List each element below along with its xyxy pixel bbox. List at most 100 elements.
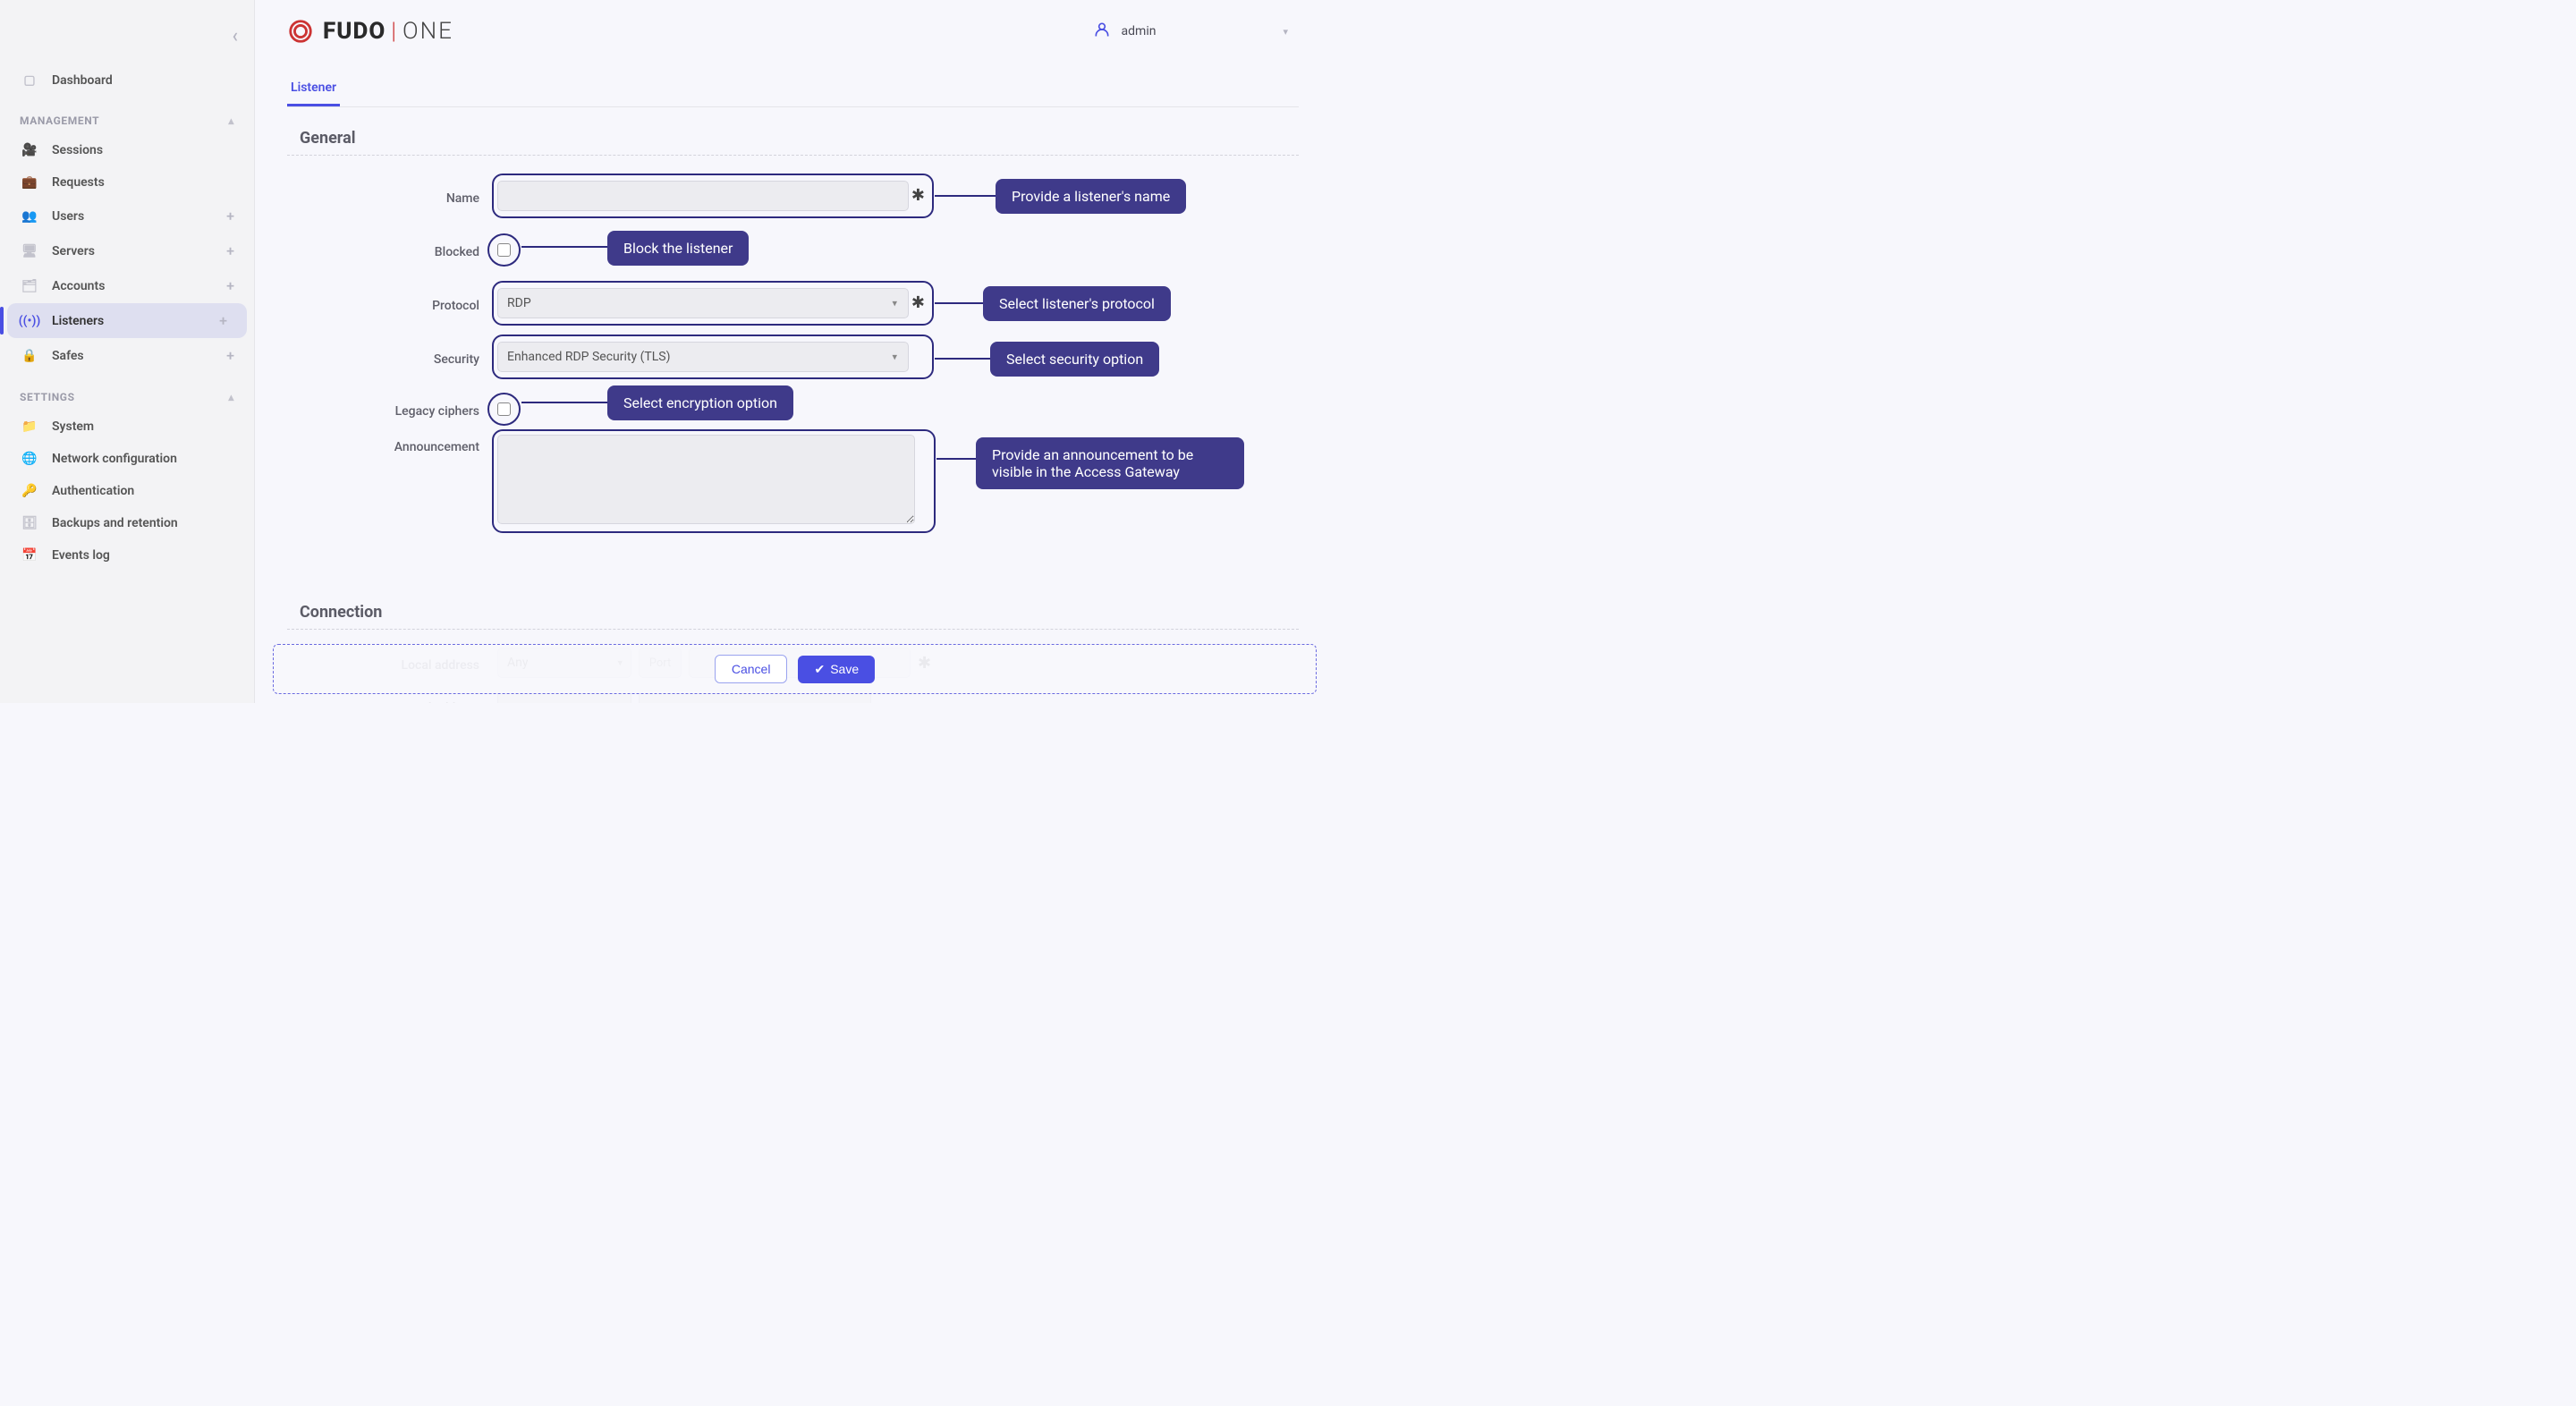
legacy-checkbox[interactable] (497, 402, 511, 416)
sidebar-label-network: Network configuration (52, 452, 177, 466)
security-label: Security (287, 347, 497, 367)
save-label: Save (830, 662, 859, 676)
sidebar-item-accounts[interactable]: 🗂 Accounts + (0, 268, 254, 303)
section-divider (287, 155, 1299, 156)
sidebar-label-sessions: Sessions (52, 143, 103, 157)
callout-security: Select security option (990, 342, 1159, 377)
sidebar-item-listeners[interactable]: ((•)) Listeners + (7, 303, 247, 338)
tab-listener-label: Listener (291, 80, 336, 95)
cancel-label: Cancel (732, 662, 771, 676)
sidebar-label-auth: Authentication (52, 484, 134, 498)
protocol-select[interactable]: RDP ▾ (497, 288, 909, 318)
sidebar-label-system: System (52, 419, 94, 434)
protocol-label: Protocol (287, 293, 497, 313)
user-icon (1093, 21, 1111, 42)
row-name: Name ✱ Provide a listener's name (287, 174, 1299, 218)
name-input[interactable] (497, 181, 909, 211)
users-icon: 👥 (20, 209, 39, 224)
add-safe-button[interactable]: + (226, 347, 234, 364)
row-protocol: Protocol RDP ▾ ✱ Select listener's proto… (287, 281, 1299, 326)
add-user-button[interactable]: + (226, 208, 234, 224)
sidebar-item-network[interactable]: 🌐 Network configuration (0, 443, 254, 475)
backups-icon: 🗄 (20, 516, 39, 530)
add-account-button[interactable]: + (226, 277, 234, 294)
requests-icon: 💼 (20, 175, 39, 190)
row-security: Security Enhanced RDP Security (TLS) ▾ S… (287, 335, 1299, 379)
dashboard-icon: ▢ (20, 73, 39, 88)
sidebar-group-management[interactable]: MANAGEMENT ▴ (0, 97, 254, 134)
sidebar-item-events[interactable]: 📅 Events log (0, 539, 254, 572)
add-server-button[interactable]: + (226, 242, 234, 259)
user-name: admin (1122, 24, 1157, 38)
security-select[interactable]: Enhanced RDP Security (TLS) ▾ (497, 342, 909, 372)
sidebar-label-dashboard: Dashboard (52, 73, 113, 88)
section-connection-heading: Connection (300, 603, 1299, 622)
callout-name: Provide a listener's name (996, 179, 1186, 214)
network-icon: 🌐 (20, 452, 39, 466)
chevron-up-icon: ▴ (228, 391, 234, 403)
management-group-label: MANAGEMENT (20, 114, 99, 127)
sidebar-item-requests[interactable]: 💼 Requests (0, 166, 254, 199)
section-divider-2 (287, 629, 1299, 630)
sidebar-label-listeners: Listeners (52, 314, 104, 328)
sidebar-label-servers: Servers (52, 244, 95, 258)
logo-separator: | (386, 18, 402, 45)
logo-text-suffix: ONE (402, 18, 453, 45)
callout-protocol: Select listener's protocol (983, 286, 1171, 321)
blocked-label: Blocked (287, 240, 497, 259)
main-content: Listener General Name ✱ Provide a listen… (255, 63, 1331, 703)
callout-announcement: Provide an announcement to be visible in… (976, 437, 1244, 489)
required-star-icon: ✱ (911, 293, 925, 312)
sidebar-label-users: Users (52, 209, 84, 224)
callout-blocked: Block the listener (607, 231, 749, 266)
tabbar: Listener (287, 63, 1299, 107)
logo: FUDO | ONE (287, 18, 453, 45)
sidebar-label-safes: Safes (52, 349, 84, 363)
user-menu[interactable]: admin ▾ (1093, 21, 1299, 42)
safes-icon: 🔒 (20, 349, 39, 363)
callout-legacy: Select encryption option (607, 385, 793, 420)
accounts-icon: 🗂 (20, 279, 39, 293)
sidebar-item-dashboard[interactable]: ▢ Dashboard (0, 64, 254, 97)
chevron-down-icon: ▾ (892, 298, 897, 309)
logo-mark-icon (287, 18, 314, 45)
legacy-label: Legacy ciphers (287, 399, 497, 419)
topbar: FUDO | ONE admin ▾ (255, 0, 1331, 63)
announcement-textarea[interactable] (497, 435, 915, 524)
blocked-checkbox[interactable] (497, 243, 511, 257)
sidebar-item-safes[interactable]: 🔒 Safes + (0, 338, 254, 373)
events-icon: 📅 (20, 548, 39, 563)
sidebar-item-system[interactable]: 📁 System (0, 411, 254, 443)
sidebar-item-sessions[interactable]: 🎥 Sessions (0, 134, 254, 166)
required-star-icon: ✱ (911, 186, 925, 205)
system-icon: 📁 (20, 419, 39, 434)
sidebar-item-backups[interactable]: 🗄 Backups and retention (0, 507, 254, 539)
sidebar-item-auth[interactable]: 🔑 Authentication (0, 475, 254, 507)
announcement-label: Announcement (287, 435, 497, 454)
section-general-heading: General (300, 129, 1299, 148)
tab-listener[interactable]: Listener (287, 72, 340, 106)
chevron-down-icon: ▾ (1283, 26, 1288, 38)
sidebar-item-servers[interactable]: 🖥 Servers + (0, 233, 254, 268)
protocol-value: RDP (507, 296, 531, 310)
sessions-icon: 🎥 (20, 143, 39, 157)
add-listener-button[interactable]: + (219, 312, 227, 329)
sidebar-label-events: Events log (52, 548, 110, 563)
chevron-up-icon: ▴ (228, 114, 234, 127)
check-icon: ✔ (814, 662, 825, 677)
sidebar-group-settings[interactable]: SETTINGS ▴ (0, 373, 254, 411)
sidebar: ‹‹ ▢ Dashboard MANAGEMENT ▴ 🎥 Sessions 💼… (0, 0, 255, 703)
chevron-down-icon: ▾ (892, 352, 897, 363)
row-blocked: Blocked Block the listener (287, 231, 1299, 268)
security-value: Enhanced RDP Security (TLS) (507, 350, 670, 364)
row-legacy: Legacy ciphers Select encryption option (287, 390, 1299, 428)
save-button[interactable]: ✔ Save (798, 656, 875, 683)
listeners-icon: ((•)) (20, 314, 39, 328)
cancel-button[interactable]: Cancel (715, 655, 788, 683)
servers-icon: 🖥 (20, 244, 39, 258)
sidebar-label-accounts: Accounts (52, 279, 105, 293)
sidebar-label-requests: Requests (52, 175, 105, 190)
sidebar-item-users[interactable]: 👥 Users + (0, 199, 254, 233)
sidebar-label-backups: Backups and retention (52, 516, 178, 530)
name-label: Name (287, 186, 497, 206)
